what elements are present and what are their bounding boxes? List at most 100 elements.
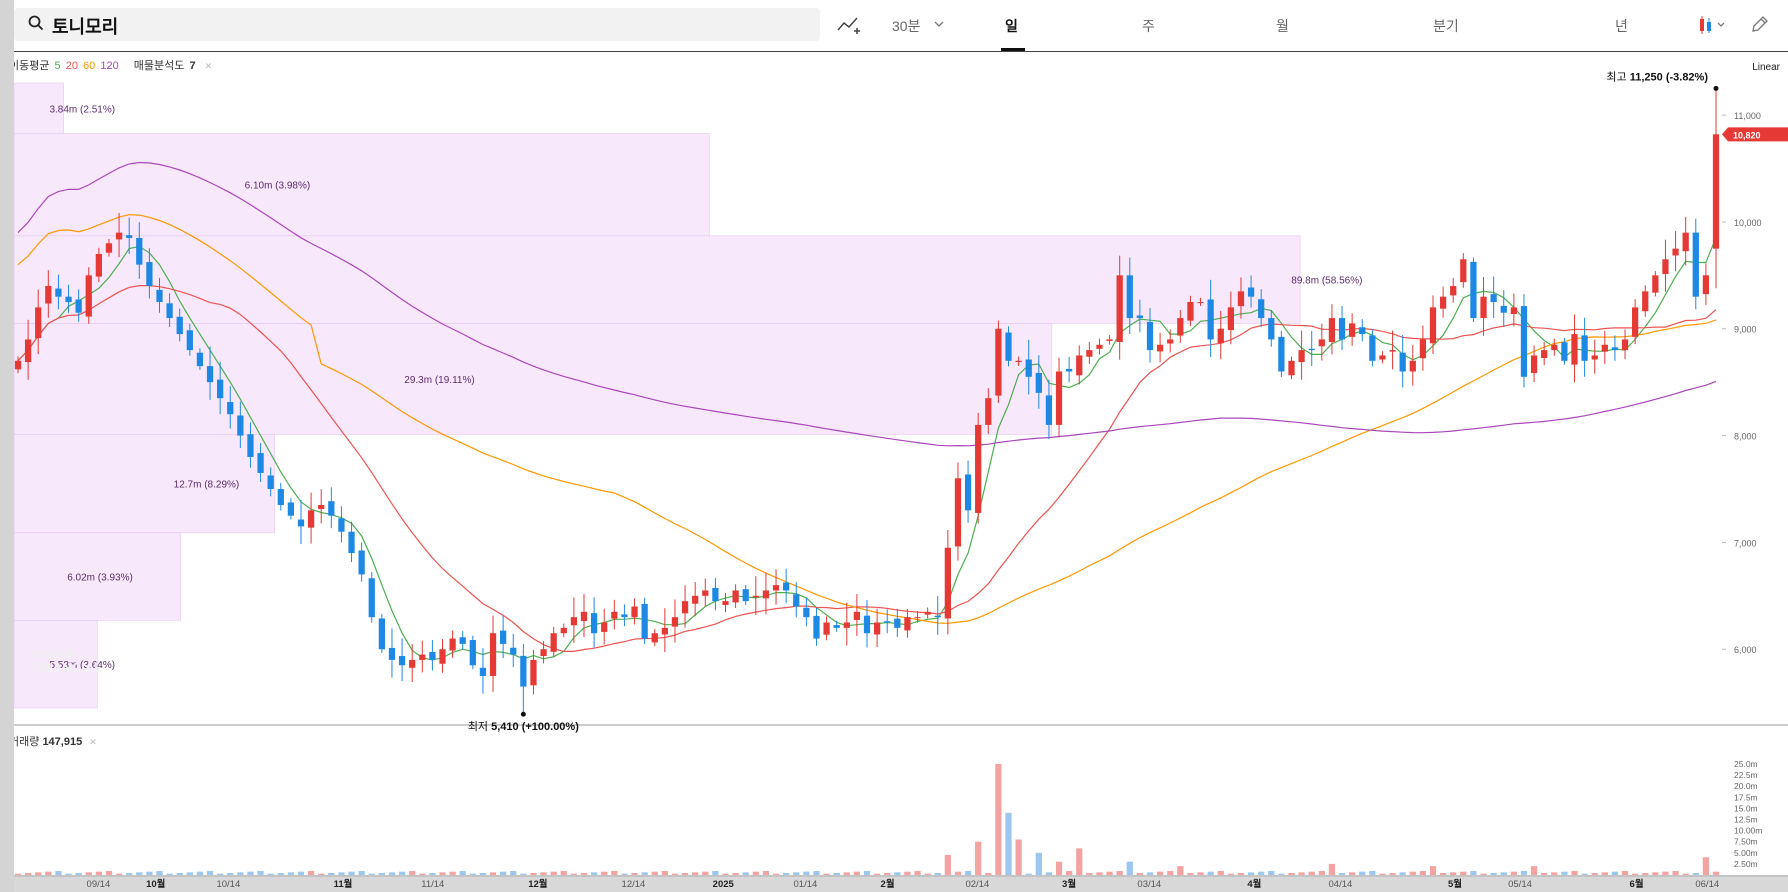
candle-body <box>590 613 598 634</box>
volume-bar <box>560 871 567 875</box>
x-tick-label: 6월 <box>1630 878 1644 890</box>
candle-body <box>237 415 244 436</box>
x-tick-label: 12/14 <box>622 879 646 890</box>
candle-body <box>1682 232 1689 252</box>
volume-tick-label: 22.5m <box>1734 770 1758 780</box>
price-volume-chart[interactable]: 3.84m (2.51%) 6.10m (3.98%) 89.8m (58.56%)… <box>14 51 1788 892</box>
volume-bar <box>348 871 355 875</box>
volume-bar <box>1652 872 1659 875</box>
volume-bar <box>307 871 315 875</box>
volume-bar <box>1308 871 1315 875</box>
candle-body <box>1106 339 1113 341</box>
volume-tick-label: 2.50m <box>1734 859 1758 869</box>
pencil-icon[interactable] <box>1750 14 1770 34</box>
ma-60: 60 <box>83 60 96 72</box>
candle-body <box>459 637 466 644</box>
volume-bar <box>1399 872 1406 875</box>
volume-profile-label: 89.8m (58.56%) <box>1291 276 1362 287</box>
volume-tick-label: 7.50m <box>1734 837 1758 847</box>
volume-bar <box>196 871 204 875</box>
candle-type-icon[interactable] <box>1697 14 1729 36</box>
volume-bars <box>14 764 1720 875</box>
candle-body <box>1177 318 1184 336</box>
candle-body <box>540 649 547 657</box>
candle-body <box>641 603 648 639</box>
volume-bar <box>510 871 517 875</box>
volume-bar <box>732 873 739 875</box>
volume-bar <box>570 873 578 875</box>
volume-bar <box>1288 873 1295 875</box>
volume-bar <box>277 873 284 875</box>
volume-bar <box>1207 871 1214 875</box>
candle-body <box>1399 352 1406 372</box>
candle-body <box>944 547 951 619</box>
candle-body <box>1460 259 1467 283</box>
candle-body <box>1692 232 1699 297</box>
x-tick-label: 01/14 <box>794 879 818 890</box>
search-box[interactable]: 토니모리 <box>14 8 820 41</box>
ma-5: 5 <box>54 60 61 72</box>
candle-body <box>1439 296 1447 309</box>
close-icon[interactable]: ✕ <box>205 61 213 71</box>
x-tick-label: 4월 <box>1247 878 1261 890</box>
candle-body <box>681 601 689 614</box>
candle-body <box>75 299 82 313</box>
tab-day[interactable]: 일 <box>1005 16 1018 36</box>
candle-body <box>833 625 840 628</box>
volume-bar <box>1055 861 1063 875</box>
candle-body <box>196 352 204 367</box>
volume-bar <box>1702 857 1710 875</box>
tab-week[interactable]: 주 <box>1142 16 1155 36</box>
candle-body <box>975 424 982 513</box>
volume-bar <box>55 871 62 875</box>
volume-bar <box>1541 873 1548 875</box>
volume-bar <box>1712 871 1720 875</box>
tab-month[interactable]: 월 <box>1276 16 1289 36</box>
candle-body <box>1328 318 1336 342</box>
candle-body <box>136 237 143 265</box>
volume-bar <box>742 872 749 875</box>
x-tick-label: 06/14 <box>1695 879 1719 890</box>
candle-body <box>873 622 881 635</box>
volume-bar <box>378 873 385 875</box>
candle-body <box>176 316 183 335</box>
close-icon[interactable]: ✕ <box>89 737 97 747</box>
volume-bar <box>14 873 22 875</box>
volume-bar <box>206 871 214 875</box>
volume-bar <box>338 872 345 875</box>
candle-body <box>1419 339 1427 359</box>
current-price-label: 10,820 <box>1733 130 1761 140</box>
volume-bar <box>590 872 598 875</box>
volume-bar <box>1551 872 1558 875</box>
candle-body <box>894 618 901 628</box>
candle-body <box>1530 355 1538 373</box>
candle-body <box>398 656 406 666</box>
ma-label: 이동평균 <box>14 60 50 72</box>
volume-bar <box>1005 812 1012 875</box>
ma-120: 120 <box>100 60 119 72</box>
y-tick-label: 7,000 <box>1734 538 1757 548</box>
candle-body <box>510 647 517 655</box>
chevron-down-icon[interactable] <box>934 20 944 28</box>
volume-bar <box>1571 871 1578 875</box>
tab-year[interactable]: 년 <box>1615 16 1628 36</box>
candle-body <box>631 606 638 618</box>
volume-bar <box>1601 872 1608 875</box>
tab-quarter[interactable]: 분기 <box>1433 16 1459 36</box>
volume-bar <box>1258 871 1265 875</box>
x-tick-label: 02/14 <box>965 879 989 890</box>
scale-mode[interactable]: Linear <box>1752 62 1780 73</box>
volume-bar <box>1146 872 1154 875</box>
drawing-tool-icon[interactable] <box>836 14 862 36</box>
volume-bar <box>1167 871 1174 875</box>
volume-bar <box>1298 872 1305 875</box>
interval-selector[interactable]: 30분 <box>892 16 920 36</box>
volume-profile-label: 29.3m (19.11%) <box>404 375 474 386</box>
candle-body <box>1349 323 1356 337</box>
volume-bar <box>1500 872 1507 875</box>
candle-body <box>702 590 709 596</box>
volume-bar <box>176 873 183 875</box>
volume-bar <box>1520 871 1528 875</box>
candle-body <box>297 519 305 527</box>
volume-bar <box>914 871 921 875</box>
